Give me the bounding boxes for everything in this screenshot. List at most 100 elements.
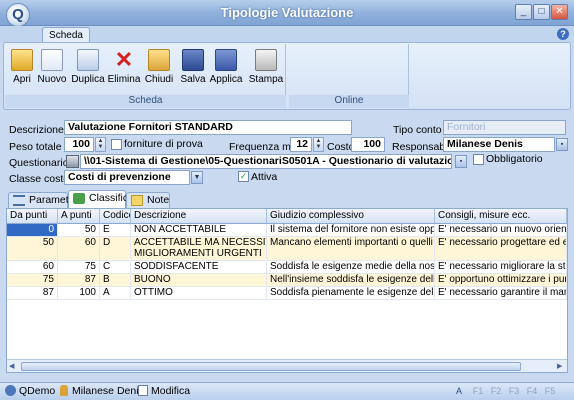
- questionario-lookup-icon[interactable]: ▪: [455, 155, 467, 168]
- cell-a[interactable]: 100: [58, 287, 100, 300]
- cell-da[interactable]: 87: [7, 287, 58, 300]
- cell-giudizio[interactable]: Soddisfa le esigenze medie della nostra …: [267, 261, 435, 274]
- col-header-giudizio[interactable]: Giudizio complessivo: [267, 209, 435, 224]
- save-disk-icon: [182, 49, 204, 71]
- tipo-conto-field: Fornitori: [443, 120, 566, 135]
- classifica-grid[interactable]: Da punti A punti Codice Descrizione Giud…: [6, 208, 568, 373]
- col-header-descrizione[interactable]: Descrizione: [131, 209, 267, 224]
- obbligatorio-label: Obbligatorio: [486, 153, 543, 165]
- cell-da[interactable]: 60: [7, 261, 58, 274]
- minimize-icon[interactable]: _: [515, 4, 532, 20]
- applica-button[interactable]: Applica: [209, 46, 243, 92]
- tab-classifica[interactable]: Classifica: [68, 190, 134, 208]
- chiudi-button[interactable]: Chiudi: [142, 46, 176, 92]
- note-icon: [131, 195, 143, 206]
- cell-giudizio[interactable]: Nell'insieme soddisfa le esigenze dell'o…: [267, 274, 435, 287]
- cell-codice[interactable]: E: [100, 224, 131, 237]
- questionario-field[interactable]: \\01-Sistema di Gestione\05-QuestionariS…: [80, 154, 452, 169]
- table-row[interactable]: 50 60 D ACCETTABILE MA NECESSITANO MIGLI…: [7, 237, 567, 261]
- attiva-checkbox[interactable]: ✓: [238, 171, 249, 182]
- cell-consigli[interactable]: E' opportuno ottimizzare i punti deboli: [435, 274, 567, 287]
- responsabile-lookup-icon[interactable]: ▪: [556, 138, 568, 151]
- duplica-label: Duplica: [71, 74, 105, 85]
- col-header-consigli[interactable]: Consigli, misure ecc.: [435, 209, 567, 224]
- table-row[interactable]: 0 50 E NON ACCETTABILE Il sistema del fo…: [7, 224, 567, 237]
- duplica-button[interactable]: Duplica: [71, 46, 105, 92]
- descrizione-field[interactable]: Valutazione Fornitori STANDARD: [64, 120, 352, 135]
- col-header-da-punti[interactable]: Da punti: [7, 209, 58, 224]
- cell-a[interactable]: 60: [58, 237, 100, 261]
- cell-consigli[interactable]: E' necessario un nuovo orientamento: [435, 224, 567, 237]
- scrollbar-thumb[interactable]: [21, 362, 521, 371]
- table-row[interactable]: 75 87 B BUONO Nell'insieme soddisfa le e…: [7, 274, 567, 287]
- cell-descrizione[interactable]: SODDISFACENTE: [131, 261, 267, 274]
- close-icon[interactable]: ✕: [551, 4, 568, 20]
- cell-giudizio[interactable]: Il sistema del fornitore non esiste oppu…: [267, 224, 435, 237]
- list-icon: [13, 195, 25, 206]
- frequenza-stepper[interactable]: ▲ ▼: [313, 137, 324, 152]
- scroll-right-icon[interactable]: ▶: [557, 362, 562, 370]
- col-header-codice[interactable]: Codice: [100, 209, 131, 224]
- apri-button[interactable]: Apri: [5, 46, 39, 92]
- col-header-a-punti[interactable]: A punti: [58, 209, 100, 224]
- cell-giudizio[interactable]: Mancano elementi importanti o quelli che…: [267, 237, 435, 261]
- tab-parametri[interactable]: Parametri: [8, 192, 75, 208]
- obbligatorio-checkbox[interactable]: [473, 154, 484, 165]
- peso-totale-field[interactable]: 100: [64, 137, 94, 152]
- scroll-left-icon[interactable]: ◀: [9, 362, 14, 370]
- responsabile-field[interactable]: Milanese Denis: [443, 137, 555, 152]
- cell-da[interactable]: 75: [7, 274, 58, 287]
- group-label-scheda: Scheda: [5, 95, 286, 108]
- peso-totale-label: Peso totale: [9, 141, 62, 153]
- costo-field[interactable]: 100: [351, 137, 385, 152]
- chevron-down-icon[interactable]: ▼: [191, 171, 203, 184]
- classe-costo-select[interactable]: Costi di prevenzione: [64, 170, 190, 185]
- maximize-icon[interactable]: □: [533, 4, 550, 20]
- open-folder-icon: [11, 49, 33, 71]
- cell-descrizione[interactable]: NON ACCETTABILE: [131, 224, 267, 237]
- cell-codice[interactable]: C: [100, 261, 131, 274]
- cell-descrizione[interactable]: OTTIMO: [131, 287, 267, 300]
- cell-consigli[interactable]: E' necessario migliorare la struttura de: [435, 261, 567, 274]
- descrizione-line1: ACCETTABILE MA NECESSITANO: [134, 237, 266, 248]
- questionario-edit-icon[interactable]: [66, 155, 79, 168]
- cell-giudizio[interactable]: Soddisfa pienamente le esigenze dell'org…: [267, 287, 435, 300]
- table-row[interactable]: 60 75 C SODDISFACENTE Soddisfa le esigen…: [7, 261, 567, 274]
- window-title: Tipologie Valutazione: [220, 5, 354, 20]
- applica-label: Applica: [209, 74, 243, 85]
- help-icon[interactable]: ?: [557, 28, 569, 40]
- frequenza-field[interactable]: 12: [290, 137, 312, 152]
- cell-descrizione[interactable]: BUONO: [131, 274, 267, 287]
- key-indicator-f3: F3: [508, 386, 520, 396]
- horizontal-scrollbar[interactable]: ◀ ▶: [7, 359, 567, 372]
- classe-costo-label: Classe costo: [9, 173, 70, 185]
- cell-codice[interactable]: A: [100, 287, 131, 300]
- cell-a[interactable]: 75: [58, 261, 100, 274]
- tipo-conto-label: Tipo conto: [393, 124, 442, 136]
- cell-consigli[interactable]: E' necessario garantire il mantenimen: [435, 287, 567, 300]
- cell-codice[interactable]: D: [100, 237, 131, 261]
- classifica-icon: [73, 193, 85, 204]
- salva-button[interactable]: Salva: [176, 46, 210, 92]
- tab-scheda[interactable]: Scheda: [42, 27, 90, 43]
- tab-note-label: Note: [147, 194, 170, 206]
- new-document-icon: [41, 49, 63, 71]
- forniture-checkbox[interactable]: [111, 139, 122, 150]
- attiva-label: Attiva: [251, 171, 278, 183]
- cell-a[interactable]: 87: [58, 274, 100, 287]
- cell-da[interactable]: 50: [7, 237, 58, 261]
- cell-descrizione[interactable]: ACCETTABILE MA NECESSITANO MIGLIORAMENTI…: [131, 237, 267, 261]
- elimina-button[interactable]: ✕ Elimina: [107, 46, 141, 92]
- cell-consigli[interactable]: E' necessario progettare ed eseguire: [435, 237, 567, 261]
- cell-a[interactable]: 50: [58, 224, 100, 237]
- stampa-button[interactable]: Stampa: [247, 46, 285, 92]
- nuovo-button[interactable]: Nuovo: [35, 46, 69, 92]
- cell-codice[interactable]: B: [100, 274, 131, 287]
- cell-da[interactable]: 0: [7, 224, 58, 237]
- peso-totale-stepper[interactable]: ▲ ▼: [95, 137, 106, 152]
- tab-note[interactable]: Note: [126, 192, 170, 208]
- key-indicator-f4: F4: [526, 386, 538, 396]
- edit-icon: [138, 385, 148, 396]
- duplicate-icon: [77, 49, 99, 71]
- table-row[interactable]: 87 100 A OTTIMO Soddisfa pienamente le e…: [7, 287, 567, 300]
